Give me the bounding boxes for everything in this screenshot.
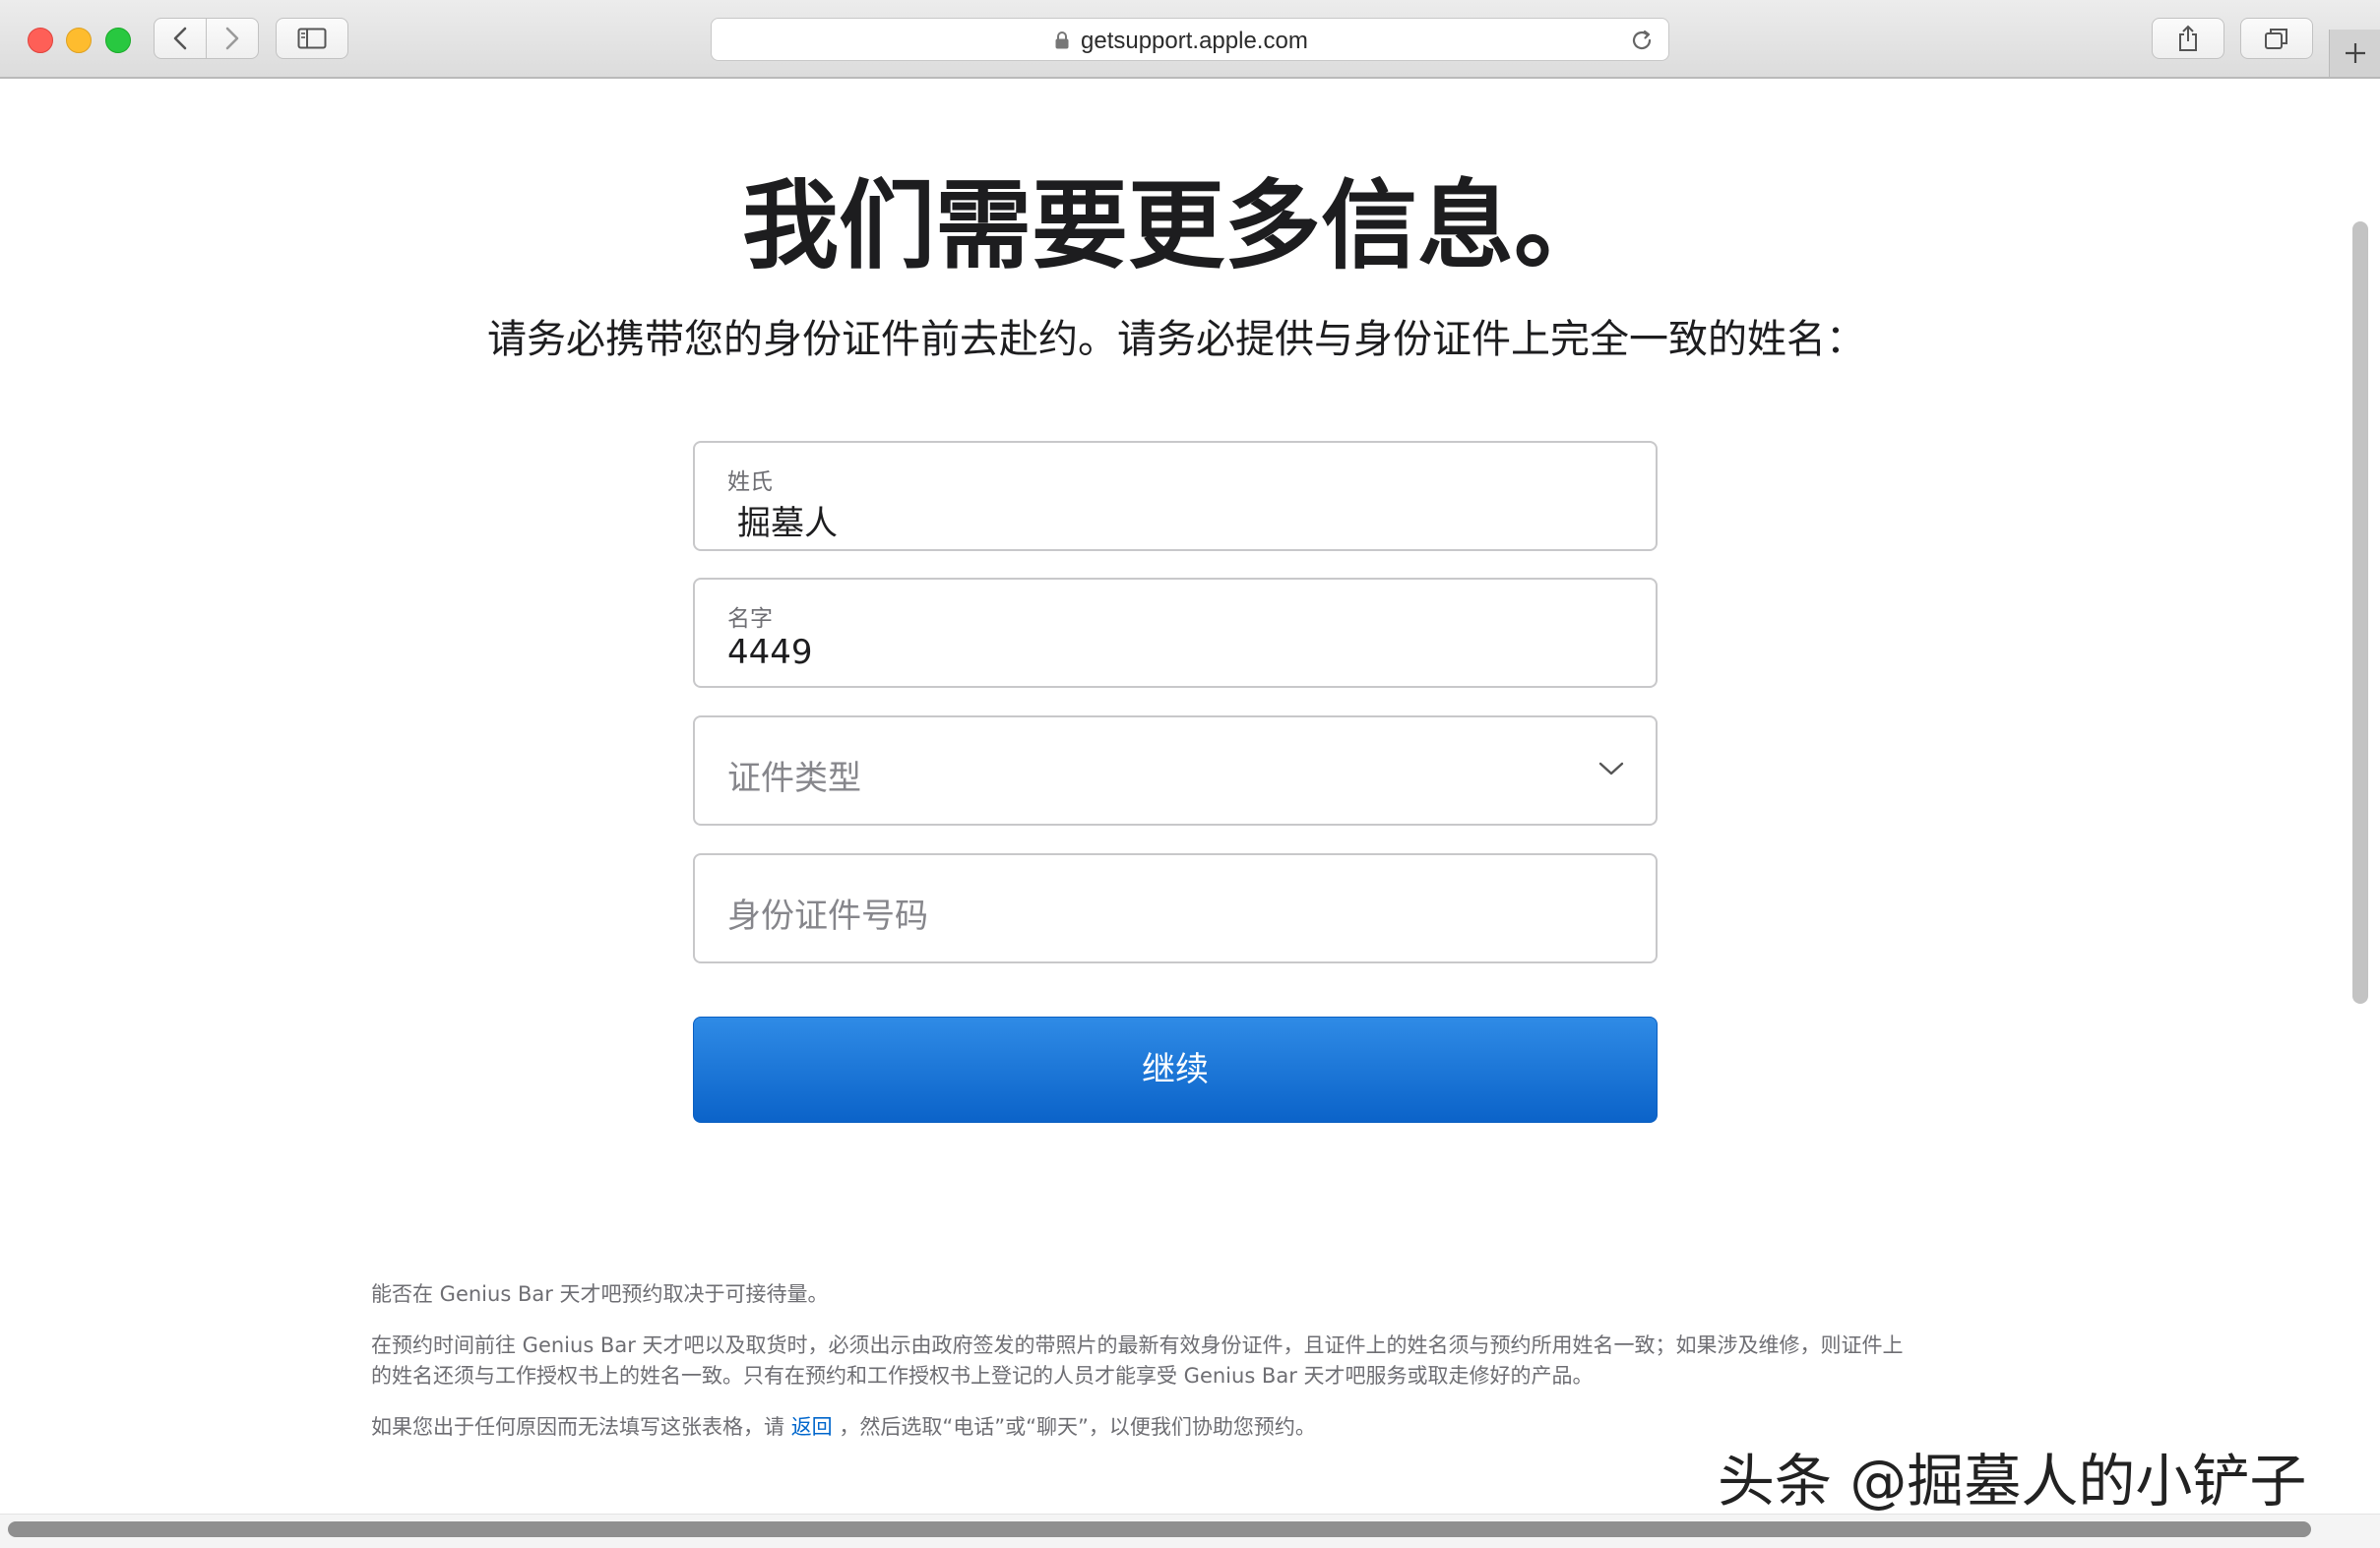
- lock-icon: [1055, 31, 1069, 49]
- last-name-label: 姓氏: [727, 469, 773, 495]
- id-type-placeholder: 证件类型: [727, 759, 861, 798]
- note-availability: 能否在 Genius Bar 天才吧预约取决于可接待量。: [371, 1282, 829, 1306]
- show-tabs-button[interactable]: [2240, 18, 2313, 59]
- tabs-icon: [2265, 29, 2287, 49]
- share-icon: [2179, 25, 2197, 51]
- horizontal-scrollbar[interactable]: [8, 1521, 2311, 1537]
- close-window-button[interactable]: [28, 28, 53, 53]
- vertical-scrollbar[interactable]: [2352, 221, 2368, 1004]
- chevron-right-icon: [225, 27, 239, 50]
- reload-icon[interactable]: [1629, 28, 1655, 53]
- zoom-window-button[interactable]: [105, 28, 131, 53]
- url-text: getsupport.apple.com: [1081, 28, 1308, 54]
- note-id-requirements: 在预约时间前往 Genius Bar 天才吧以及取货时，必须出示由政府签发的带照…: [371, 1331, 1985, 1392]
- plus-icon: [2346, 43, 2365, 63]
- address-bar[interactable]: getsupport.apple.com: [711, 18, 1669, 61]
- chevron-left-icon: [173, 27, 187, 50]
- id-number-input[interactable]: 身份证件号码: [693, 853, 1658, 963]
- continue-button[interactable]: 继续: [693, 1017, 1658, 1123]
- id-type-select[interactable]: 证件类型: [693, 715, 1658, 826]
- chevron-down-icon: [1598, 762, 1624, 775]
- note-return-before: 如果您出于任何原因而无法填写这张表格，请: [371, 1415, 791, 1439]
- page-subtitle: 请务必携带您的身份证件前去赴约。请务必提供与身份证件上完全一致的姓名：: [487, 317, 1865, 362]
- note-return-after: ，然后选取“电话”或“聊天”，以便我们协助您预约。: [832, 1415, 1316, 1439]
- last-name-field[interactable]: 姓氏 掘墓人: [693, 441, 1658, 551]
- first-name-label: 名字: [727, 606, 773, 632]
- share-button[interactable]: [2152, 18, 2224, 59]
- first-name-value[interactable]: 4449: [727, 633, 813, 672]
- note-id-line1: 在预约时间前往 Genius Bar 天才吧以及取货时，必须出示由政府签发的带照…: [371, 1333, 1904, 1357]
- minimize-window-button[interactable]: [66, 28, 92, 53]
- back-button[interactable]: [154, 18, 207, 59]
- sidebar-icon: [297, 28, 327, 49]
- watermark-text: 头条 @掘墓人的小铲子: [1718, 1448, 2307, 1515]
- browser-toolbar: getsupport.apple.com: [0, 0, 2380, 79]
- note-id-line2: 的姓名还须与工作授权书上的姓名一致。只有在预约和工作授权书上登记的人员才能享受 …: [371, 1364, 1594, 1388]
- forward-button[interactable]: [206, 18, 259, 59]
- last-name-value[interactable]: 掘墓人: [737, 496, 838, 544]
- first-name-field[interactable]: 名字 4449: [693, 578, 1658, 688]
- sidebar-toggle-button[interactable]: [276, 18, 348, 59]
- page-title: 我们需要更多信息。: [741, 170, 1610, 282]
- new-tab-button[interactable]: [2329, 30, 2380, 77]
- id-number-placeholder: 身份证件号码: [727, 897, 928, 936]
- return-link[interactable]: 返回: [791, 1415, 833, 1439]
